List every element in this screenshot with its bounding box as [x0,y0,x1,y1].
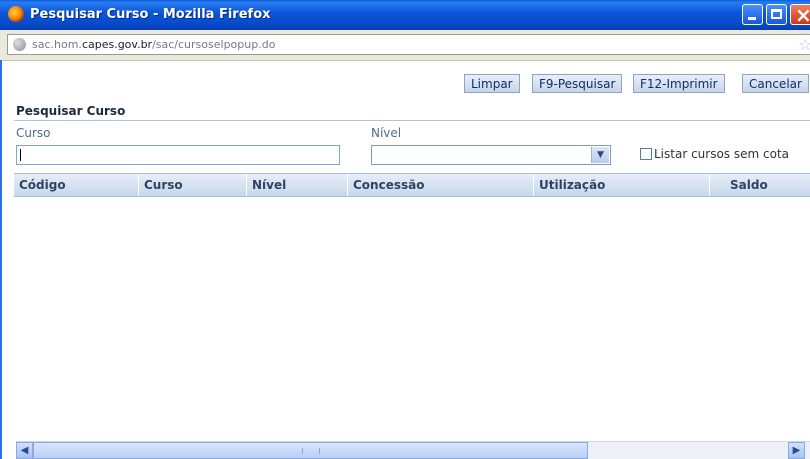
curso-label: Curso [16,126,51,140]
globe-icon [13,38,26,51]
column-header-saldo[interactable]: Saldo [730,178,768,192]
minimize-button[interactable] [742,4,763,25]
column-header-concessao[interactable]: Concessão [353,178,424,192]
nivel-label: Nível [371,126,402,140]
maximize-button[interactable] [766,4,787,25]
page-title: Pesquisar Curso [16,104,126,118]
column-divider [347,174,348,196]
close-button[interactable] [790,3,810,27]
horizontal-scrollbar[interactable]: ◀ ▶ [16,441,810,459]
column-divider [533,174,534,196]
url-field[interactable]: sac.hom.capes.gov.br/sac/cursoselpopup.d… [7,34,810,55]
window-left-border [0,60,2,459]
scroll-right-icon[interactable]: ▶ [788,442,805,459]
column-header-codigo[interactable]: Código [19,178,66,192]
f9-pesquisar-button[interactable]: F9-Pesquisar [532,74,623,93]
grip-icon [302,448,320,454]
table-header: Código Curso Nível Concessão Utilização … [14,173,810,197]
url-text: sac.hom.capes.gov.br/sac/cursoselpopup.d… [32,38,276,51]
curso-input[interactable] [16,145,340,165]
firefox-logo-icon [8,6,24,22]
divider [14,120,810,121]
bookmark-star-icon[interactable]: ☆ [798,35,810,54]
column-header-utilizacao[interactable]: Utilização [539,178,605,192]
cancelar-button[interactable]: Cancelar [742,74,809,93]
column-divider [138,174,139,196]
column-header-curso[interactable]: Curso [144,178,183,192]
column-header-nivel[interactable]: Nível [252,178,286,192]
scroll-left-icon[interactable]: ◀ [16,442,33,459]
scrollbar-thumb[interactable] [33,442,588,459]
title-bar: Pesquisar Curso - Mozilla Firefox [0,0,810,30]
nivel-select[interactable]: ▼ [371,145,611,165]
chevron-down-icon[interactable]: ▼ [591,147,609,163]
address-bar: sac.hom.capes.gov.br/sac/cursoselpopup.d… [0,30,810,61]
column-divider [246,174,247,196]
listar-sem-cota-checkbox[interactable] [640,148,652,160]
limpar-button[interactable]: Limpar [464,74,520,93]
column-divider [709,174,710,196]
f12-imprimir-button[interactable]: F12-Imprimir [633,74,725,93]
window-title: Pesquisar Curso - Mozilla Firefox [30,7,271,22]
listar-sem-cota-label[interactable]: Listar cursos sem cota [654,147,789,161]
